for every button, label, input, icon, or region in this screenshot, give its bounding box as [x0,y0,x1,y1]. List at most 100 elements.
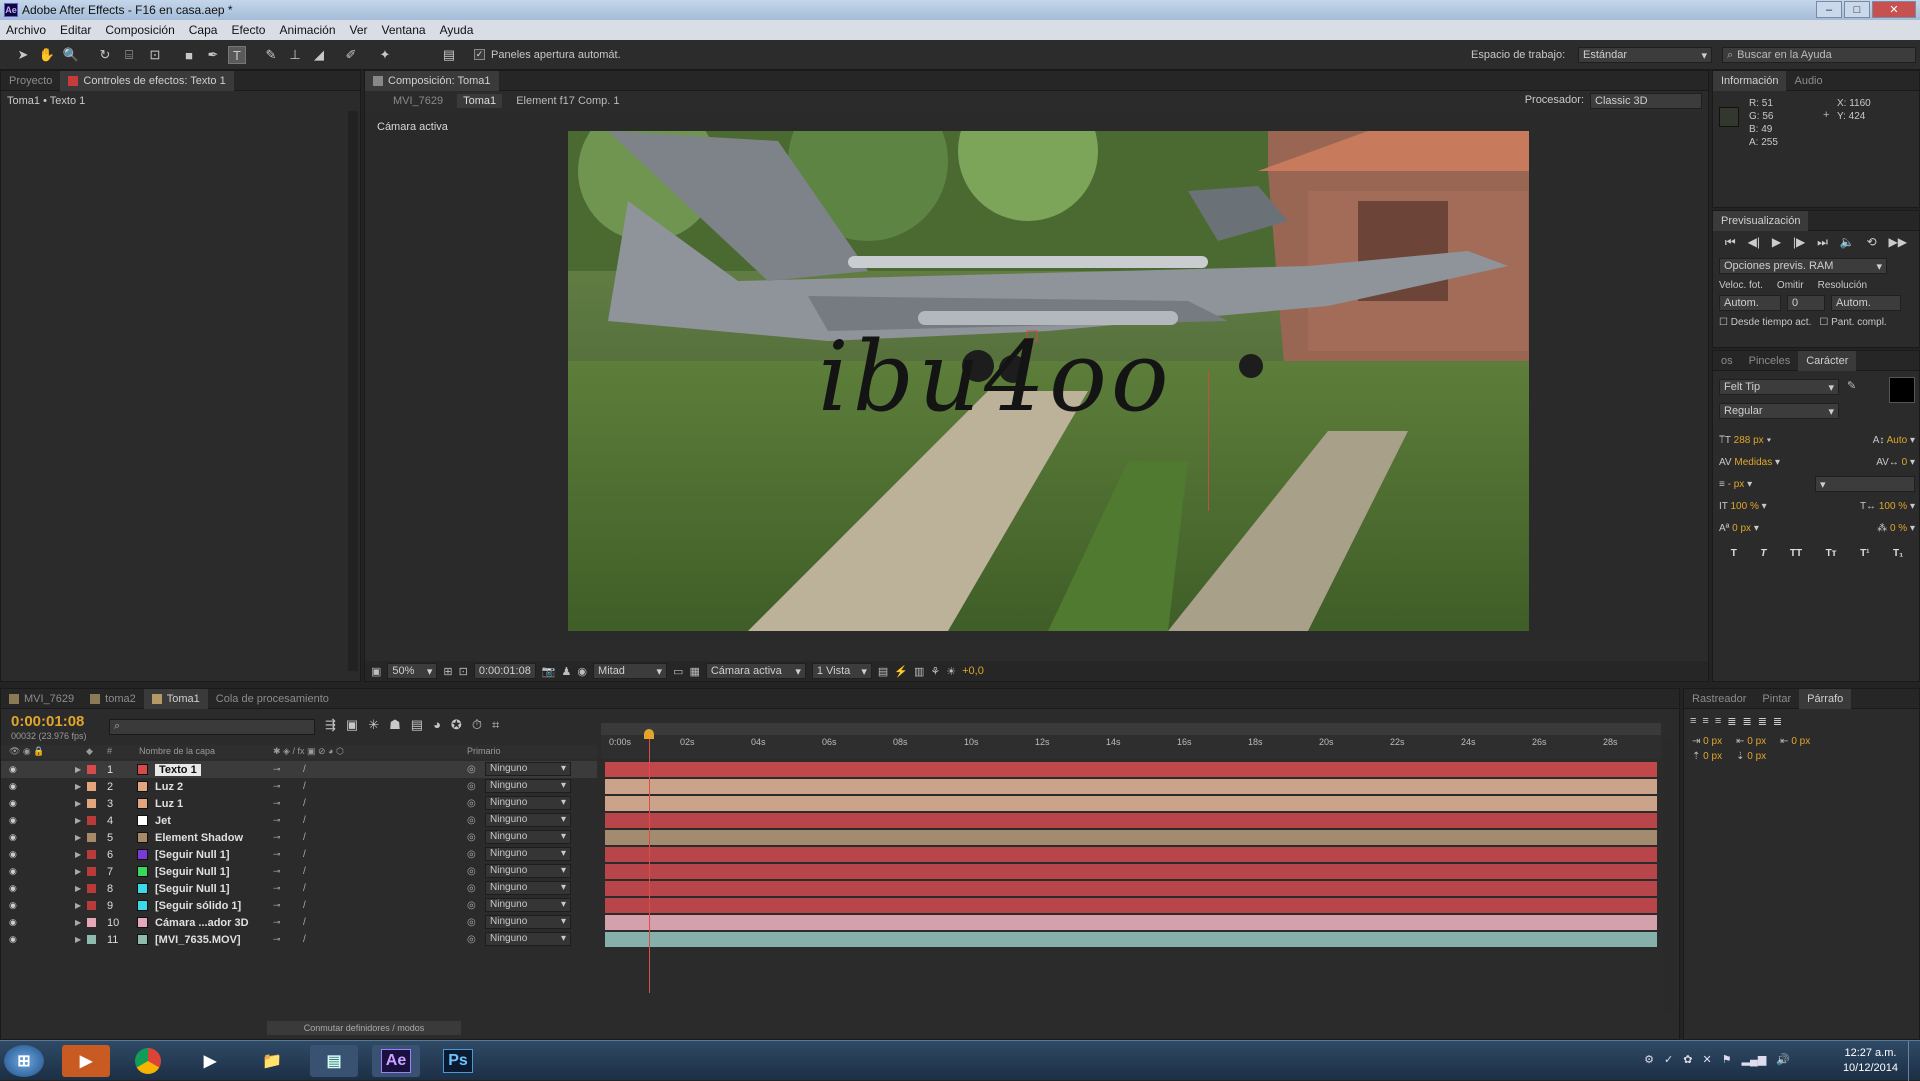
indent-left-value[interactable]: 0 px [1703,736,1722,747]
tab-tracker[interactable]: Rastreador [1684,689,1754,709]
align-center-icon[interactable]: ≡ [1702,715,1708,728]
justify-left-icon[interactable]: ≣ [1727,715,1736,728]
layer-duration-bar[interactable] [605,847,1657,862]
menu-ver[interactable]: Ver [350,23,368,37]
comp-viewer[interactable]: Cámara activa ibu4oo [365,113,1708,641]
visibility-eye-icon[interactable]: ◉ [9,900,17,911]
parent-pickwhip-icon[interactable]: ◎ [467,798,476,809]
parent-dropdown[interactable]: Ninguno ▾ [485,864,571,878]
stroke-mode-dropdown[interactable]: ▾ [1815,476,1915,492]
shy-switch-icon[interactable]: ⊸ [273,798,281,809]
camera-tool-icon[interactable]: ⌸ [120,46,138,64]
shy-switch-icon[interactable]: ⊸ [273,883,281,894]
snapshot-icon[interactable]: 📷 [542,665,556,678]
always-preview-icon[interactable]: ▣ [371,665,381,678]
parent-pickwhip-icon[interactable]: ◎ [467,764,476,775]
parent-pickwhip-icon[interactable]: ◎ [467,849,476,860]
layer-row[interactable]: ◉ ▶ 3 Luz 1 ⊸ / ◎ Ninguno ▾ [1,795,597,812]
parent-pickwhip-icon[interactable]: ◎ [467,934,476,945]
shy-switch-icon[interactable]: ⊸ [273,849,281,860]
font-size-value[interactable]: 288 px [1734,435,1764,446]
menu-ventana[interactable]: Ventana [382,23,426,37]
menu-efecto[interactable]: Efecto [231,23,265,37]
type-tool-icon[interactable]: T [228,46,246,64]
layer-name[interactable]: [Seguir Null 1] [155,849,230,861]
roi-icon[interactable]: ▭ [673,665,683,678]
subscript-button[interactable]: T₁ [1893,548,1903,559]
layer-row[interactable]: ◉ ▶ 7 [Seguir Null 1] ⊸ / ◎ Ninguno ▾ [1,863,597,880]
auto-open-checkbox[interactable]: ✓ [474,49,485,60]
crumb-element[interactable]: Element f17 Comp. 1 [516,95,619,107]
parent-header[interactable]: Primario [467,746,501,756]
parent-dropdown[interactable]: Ninguno ▾ [485,830,571,844]
shy-switch-icon[interactable]: ⊸ [273,832,281,843]
layer-duration-bar[interactable] [605,813,1657,828]
draft-3d-icon[interactable]: ✳ [368,717,379,733]
explorer-window-icon[interactable]: ▤ [310,1045,358,1077]
baseline-shift-value[interactable]: 0 px [1732,523,1751,534]
shy-switch-icon[interactable]: ⊸ [273,815,281,826]
time-ruler[interactable]: 0:00s 02s 04s 06s 08s 10s 12s 14s 16s 18s 20s 22s 24… [601,723,1661,759]
layer-duration-bar[interactable] [605,881,1657,896]
pen-tool-icon[interactable]: ✒ [204,46,222,64]
layer-row[interactable]: ◉ ▶ 11 [MVI_7635.MOV] ⊸ / ◎ Ninguno ▾ [1,931,597,948]
expand-arrow-icon[interactable]: ▶ [75,901,81,910]
quality-switch-icon[interactable]: / [303,781,306,792]
volume-icon[interactable]: 🔊 [1776,1053,1790,1066]
menu-archivo[interactable]: Archivo [6,23,46,37]
flowchart-icon[interactable]: ⚘ [930,665,940,678]
puppet-tool-icon[interactable]: ✦ [376,46,394,64]
superscript-button[interactable]: T¹ [1860,548,1869,559]
play-icon[interactable]: ▶ [1772,235,1781,250]
ram-options-dropdown[interactable]: Opciones previs. RAM ▾ [1719,258,1887,274]
expand-arrow-icon[interactable]: ▶ [75,850,81,859]
fill-color-swatch[interactable] [1889,377,1915,403]
faux-italic-button[interactable]: T [1760,548,1766,559]
tab-render-queue[interactable]: Cola de procesamiento [208,689,337,709]
zoom-dropdown[interactable]: 50% ▾ [387,663,438,679]
layer-duration-bar[interactable] [605,779,1657,794]
show-desktop-button[interactable] [1908,1041,1920,1081]
parent-dropdown[interactable]: Ninguno ▾ [485,898,571,912]
ram-preview-icon[interactable]: ▶▶ [1889,235,1907,250]
visibility-eye-icon[interactable]: ◉ [9,781,17,792]
full-screen-checkbox[interactable]: ☐ Pant. compl. [1819,317,1886,328]
hand-tool-icon[interactable]: ✋ [38,46,56,64]
next-frame-icon[interactable]: |▶ [1793,235,1805,250]
pan-behind-tool-icon[interactable]: ⊡ [146,46,164,64]
visibility-eye-icon[interactable]: ◉ [9,832,17,843]
shy-switch-icon[interactable]: ⊸ [273,781,281,792]
menu-ayuda[interactable]: Ayuda [440,23,474,37]
text-layer-preview[interactable]: ibu4oo [818,321,1173,433]
label-color-swatch[interactable] [87,901,96,910]
parent-dropdown[interactable]: Ninguno ▾ [485,915,571,929]
parent-pickwhip-icon[interactable]: ◎ [467,883,476,894]
parent-pickwhip-icon[interactable]: ◎ [467,900,476,911]
tab-preview[interactable]: Previsualización [1713,210,1809,231]
current-time[interactable]: 0:00:01:08 [473,663,536,679]
toggle-switches-modes-button[interactable]: Conmutar definidores / modos [267,1021,461,1035]
tab-info[interactable]: Información [1713,70,1787,91]
visibility-eye-icon[interactable]: ◉ [9,815,17,826]
maximize-button[interactable]: □ [1844,1,1870,18]
menu-composicion[interactable]: Composición [105,23,174,37]
menu-animacion[interactable]: Animación [279,23,335,37]
playhead-handle[interactable] [644,729,654,739]
align-left-icon[interactable]: ≡ [1690,715,1696,728]
after-effects-taskbar-icon[interactable]: Ae [372,1045,420,1077]
frame-blend-icon[interactable]: ▤ [411,717,423,733]
tracking-value[interactable]: 0 [1902,457,1908,468]
views-layout-dropdown[interactable]: 1 Vista ▾ [811,663,872,679]
tab-project[interactable]: Proyecto [1,71,60,91]
selection-tool-icon[interactable]: ➤ [14,46,32,64]
tray-icon-4[interactable]: ✕ [1702,1053,1711,1066]
quality-switch-icon[interactable]: / [303,849,306,860]
brush-tool-icon[interactable]: ✎ [262,46,280,64]
indent-first-value[interactable]: 0 px [1747,736,1766,747]
tsume-value[interactable]: 0 % [1890,523,1907,534]
quality-switch-icon[interactable]: / [303,798,306,809]
label-color-swatch[interactable] [87,816,96,825]
kerning-value[interactable]: Medidas [1734,457,1772,468]
tab-effect-controls[interactable]: Controles de efectos: Texto 1 [60,70,234,91]
expand-arrow-icon[interactable]: ▶ [75,884,81,893]
